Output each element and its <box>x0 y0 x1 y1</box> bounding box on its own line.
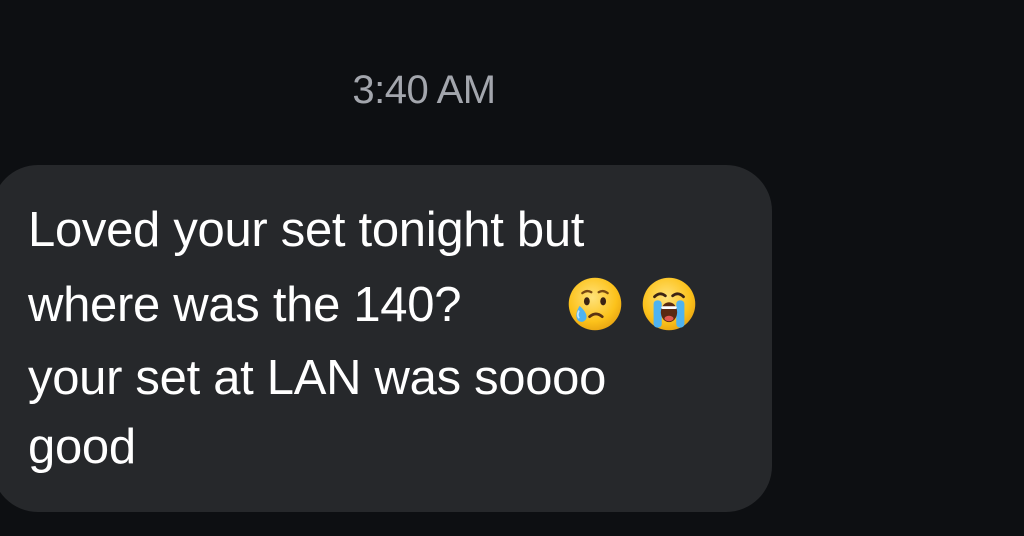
message-text-line-2: where was the 140? <box>28 278 462 332</box>
message-text-line-3: your set at LAN was soooo <box>28 351 607 405</box>
message-text-line-1: Loved your set tonight but <box>28 203 585 257</box>
messages-screen: { "conversation": { "timestamp": "3:40 A… <box>0 0 1024 536</box>
message-text-line-4: good <box>28 420 136 474</box>
face-holding-back-tears-icon <box>566 275 624 333</box>
loudly-crying-face-icon <box>640 275 698 333</box>
message-timestamp: 3:40 AM <box>352 68 496 112</box>
